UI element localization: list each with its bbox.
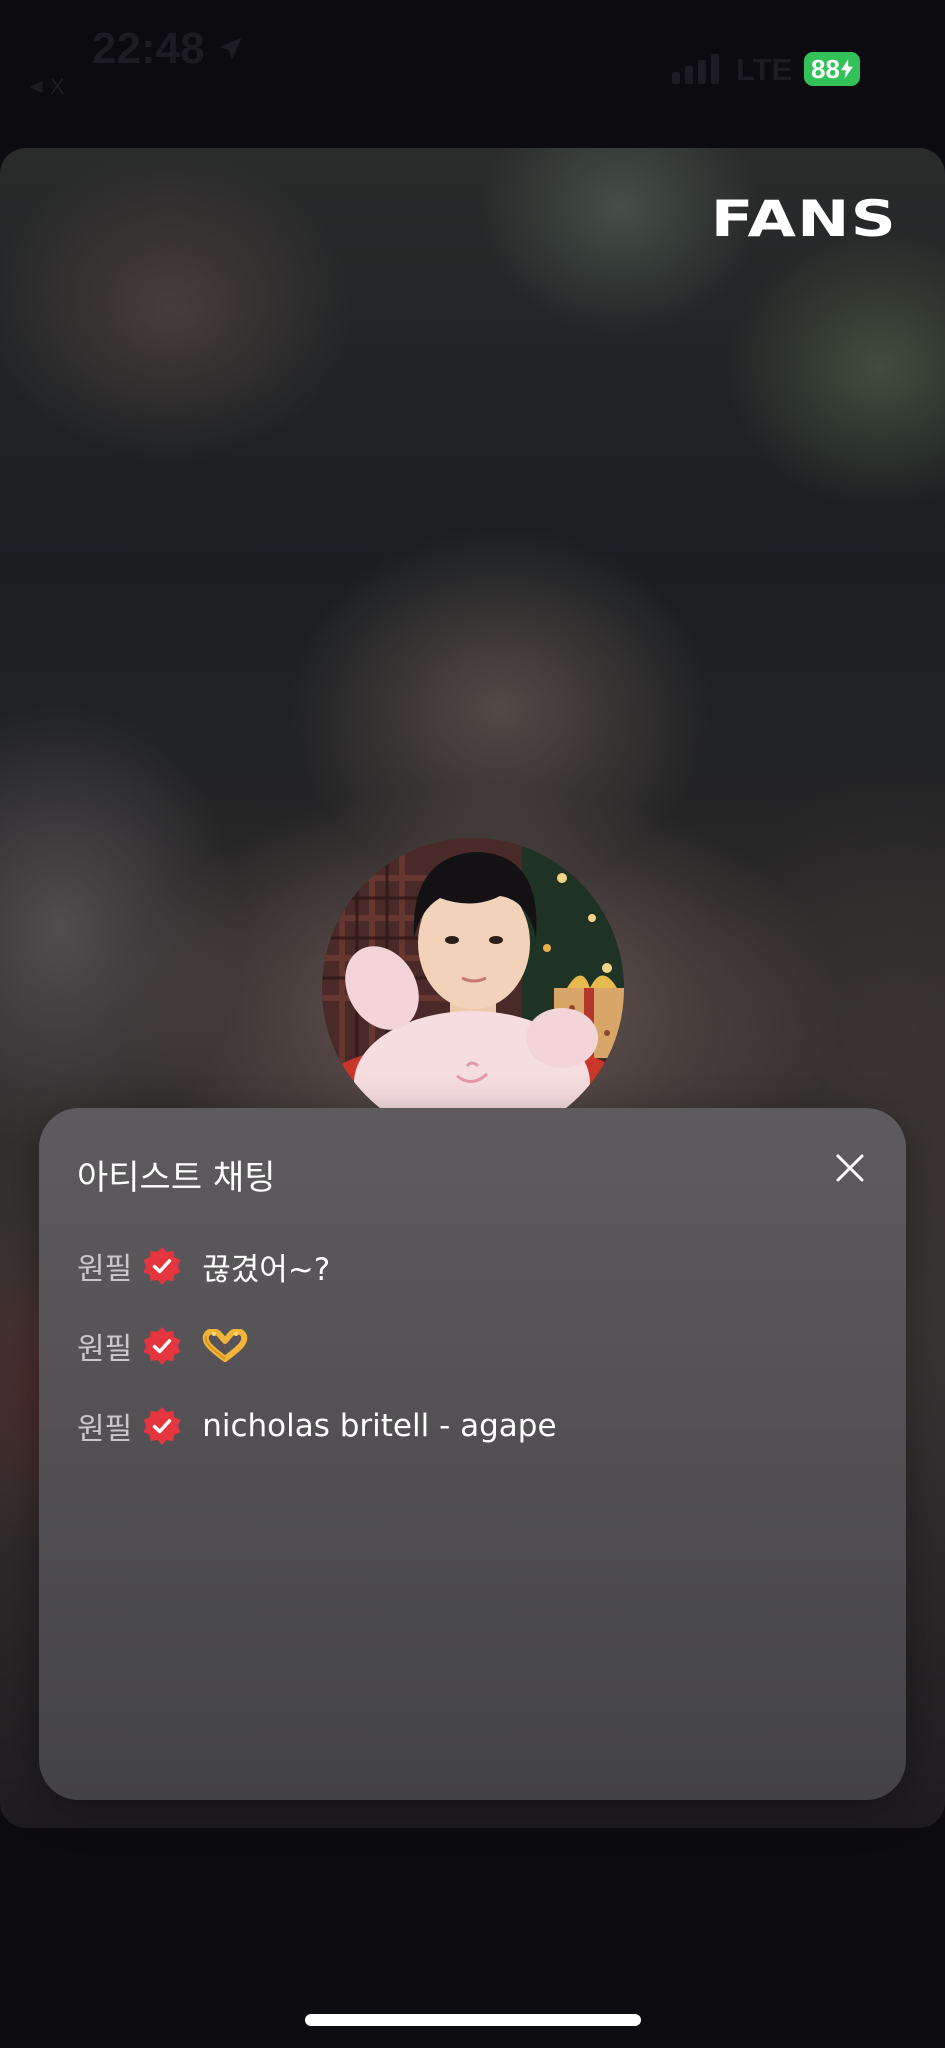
status-time-text: 22:48 bbox=[92, 24, 205, 73]
status-bar: 22:48 X LTE 88 bbox=[0, 0, 945, 140]
message-list: 원필 끊겼어~? 원필 원필 nicholas britell - agape bbox=[77, 1226, 867, 1466]
chat-message: 원필 bbox=[77, 1306, 867, 1386]
cellular-signal-icon bbox=[672, 54, 719, 84]
back-to-app-label: X bbox=[50, 74, 65, 99]
chat-title: 아티스트 채팅 bbox=[77, 1158, 276, 1198]
heart-hands-icon bbox=[202, 1329, 248, 1362]
message-text: nicholas britell - agape bbox=[202, 1408, 557, 1444]
status-time: 22:48 bbox=[92, 24, 245, 74]
message-emoji bbox=[202, 1329, 248, 1363]
location-arrow-icon bbox=[218, 37, 241, 61]
message-sender: 원필 bbox=[77, 1412, 133, 1447]
verified-badge-icon bbox=[143, 1327, 181, 1365]
home-indicator[interactable] bbox=[305, 2014, 641, 2026]
chat-message: 원필 nicholas britell - agape bbox=[77, 1386, 867, 1466]
fans-logo: FANS bbox=[710, 190, 897, 248]
message-sender: 원필 bbox=[77, 1332, 133, 1367]
battery-level: 88 bbox=[811, 53, 840, 84]
message-text: 끊겼어~? bbox=[202, 1251, 331, 1288]
close-icon bbox=[836, 1154, 864, 1182]
verified-badge-icon bbox=[143, 1247, 181, 1285]
battery-indicator: 88 bbox=[804, 52, 860, 86]
chat-message: 원필 끊겼어~? bbox=[77, 1226, 867, 1306]
artist-avatar bbox=[322, 838, 624, 1140]
message-sender: 원필 bbox=[77, 1252, 133, 1287]
back-triangle-icon bbox=[29, 80, 43, 94]
artist-chat-panel: 아티스트 채팅 원필 끊겼어~? 원필 원필 nicholas britell … bbox=[39, 1108, 906, 1800]
verified-badge-icon bbox=[143, 1407, 181, 1445]
artist-photo bbox=[322, 838, 624, 1140]
charging-bolt-icon bbox=[840, 59, 853, 79]
back-to-app-link[interactable]: X bbox=[28, 74, 65, 100]
network-type: LTE bbox=[736, 52, 793, 87]
close-button[interactable] bbox=[828, 1146, 872, 1190]
